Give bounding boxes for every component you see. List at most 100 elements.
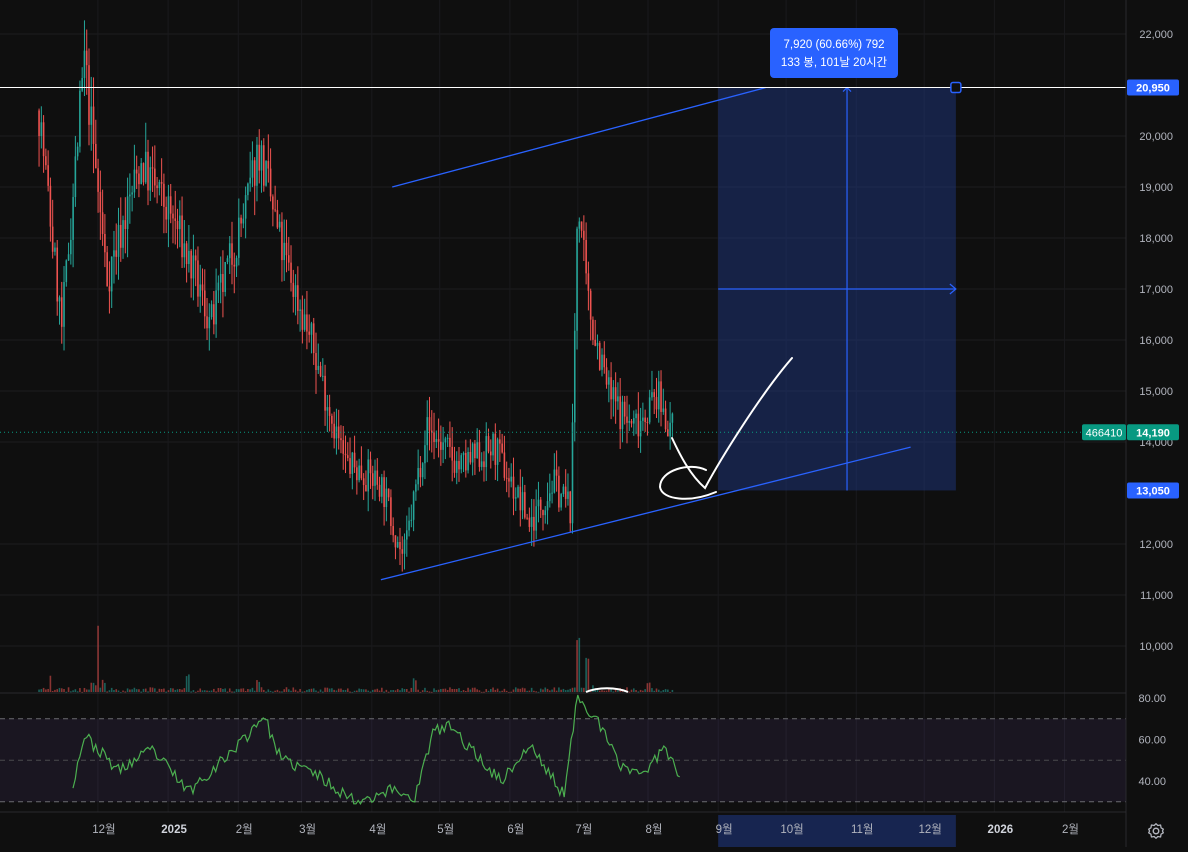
volume-bar	[201, 690, 204, 692]
volume-bar	[262, 689, 265, 692]
candle-body	[303, 314, 306, 330]
time-tick-label: 2026	[988, 824, 1014, 836]
volume-bar	[571, 687, 574, 692]
candle-body	[521, 492, 524, 511]
gear-icon[interactable]	[1145, 820, 1167, 842]
candle-body	[596, 342, 599, 346]
candle-body	[567, 491, 569, 499]
time-tick-label: 3월	[299, 823, 316, 836]
candle-body	[403, 539, 406, 554]
volume-bar	[637, 691, 640, 693]
candle-body	[108, 286, 111, 292]
candle-body	[151, 167, 154, 169]
volume-bar	[192, 690, 195, 692]
volume-bar	[401, 688, 404, 692]
volume-bar	[115, 689, 118, 692]
volume-bar	[199, 688, 202, 692]
volume-bar	[662, 689, 665, 692]
volume-bar	[208, 690, 211, 692]
candle-body	[667, 429, 669, 437]
volume-bar	[496, 688, 499, 692]
candle-body	[154, 168, 156, 186]
candle-body	[124, 220, 127, 230]
volume-bar	[549, 690, 551, 692]
volume-bar	[328, 688, 331, 692]
volume-bar	[642, 690, 644, 692]
volume-bar	[562, 688, 565, 692]
candle-body	[47, 165, 49, 186]
volume-bar	[383, 691, 385, 693]
volume-bar	[151, 687, 154, 692]
volume-bar	[135, 689, 138, 692]
candle-body	[492, 433, 494, 456]
candle-body	[426, 417, 429, 446]
volume-bar	[235, 688, 238, 692]
volume-bar	[476, 689, 478, 692]
candle-body	[308, 331, 310, 335]
price-tick-label: 15,000	[1139, 386, 1173, 398]
volume-bar	[385, 689, 388, 692]
volume-bar	[349, 691, 351, 693]
candle-body	[81, 78, 83, 91]
candle-body	[340, 438, 342, 441]
volume-bar	[519, 688, 522, 692]
candle-body	[160, 181, 163, 184]
volume-bar	[569, 688, 572, 692]
volume-bar	[603, 690, 606, 692]
candle-body	[79, 90, 81, 147]
candle-body	[45, 156, 47, 166]
chart-root[interactable]: 7,920 (60.66%) 792 133 봉, 101날 20시간 22,00…	[0, 0, 1188, 847]
candle-body	[401, 549, 404, 554]
candle-body	[67, 254, 70, 261]
candle-body	[206, 316, 208, 329]
candle-body	[74, 156, 77, 198]
volume-bar	[371, 689, 374, 692]
volume-bar	[653, 690, 656, 692]
volume-bar	[315, 690, 317, 692]
volume-bar	[97, 625, 99, 692]
candle-body	[322, 375, 324, 377]
volume-bar	[79, 688, 81, 692]
candle-body	[197, 260, 199, 297]
candle-body	[181, 215, 183, 258]
candle-body	[451, 446, 453, 461]
volume-bar	[512, 689, 515, 692]
candle-body	[369, 459, 372, 474]
volume-bar	[356, 690, 358, 692]
candle-body	[587, 273, 590, 291]
candle-body	[478, 442, 481, 467]
candle-body	[88, 65, 90, 125]
candle-body	[483, 461, 485, 468]
price-chart[interactable]: 7,920 (60.66%) 792 133 봉, 101날 20시간 22,00…	[0, 0, 1188, 847]
candle-body	[535, 506, 537, 531]
volume-bar	[542, 689, 544, 692]
candle-body	[485, 436, 488, 468]
candle-body	[408, 520, 410, 531]
candle-body	[428, 417, 431, 431]
volume-bar	[54, 689, 56, 692]
volume-bar	[378, 690, 381, 692]
volume-bar	[224, 688, 226, 692]
candle-body	[583, 230, 585, 240]
candle-body	[110, 256, 113, 292]
candle-body	[489, 451, 492, 456]
candle-body	[269, 168, 272, 197]
candle-body	[605, 367, 608, 385]
volume-bar	[233, 691, 236, 693]
candle-body	[258, 144, 261, 171]
candle-body	[385, 488, 388, 507]
volume-bar	[185, 676, 188, 692]
volume-bar	[160, 688, 163, 692]
price-tick-label: 11,000	[1140, 590, 1173, 602]
time-tick-label: 2025	[161, 824, 187, 836]
volume-bar	[546, 688, 549, 692]
volume-bar	[605, 690, 608, 692]
candle-body	[178, 215, 181, 230]
candle-body	[247, 183, 249, 196]
volume-bar	[283, 689, 286, 692]
volume-bar	[101, 679, 104, 692]
candle-body	[131, 192, 133, 195]
candle-body	[433, 432, 435, 442]
volume-bar	[424, 687, 426, 692]
candle-body	[655, 397, 658, 410]
